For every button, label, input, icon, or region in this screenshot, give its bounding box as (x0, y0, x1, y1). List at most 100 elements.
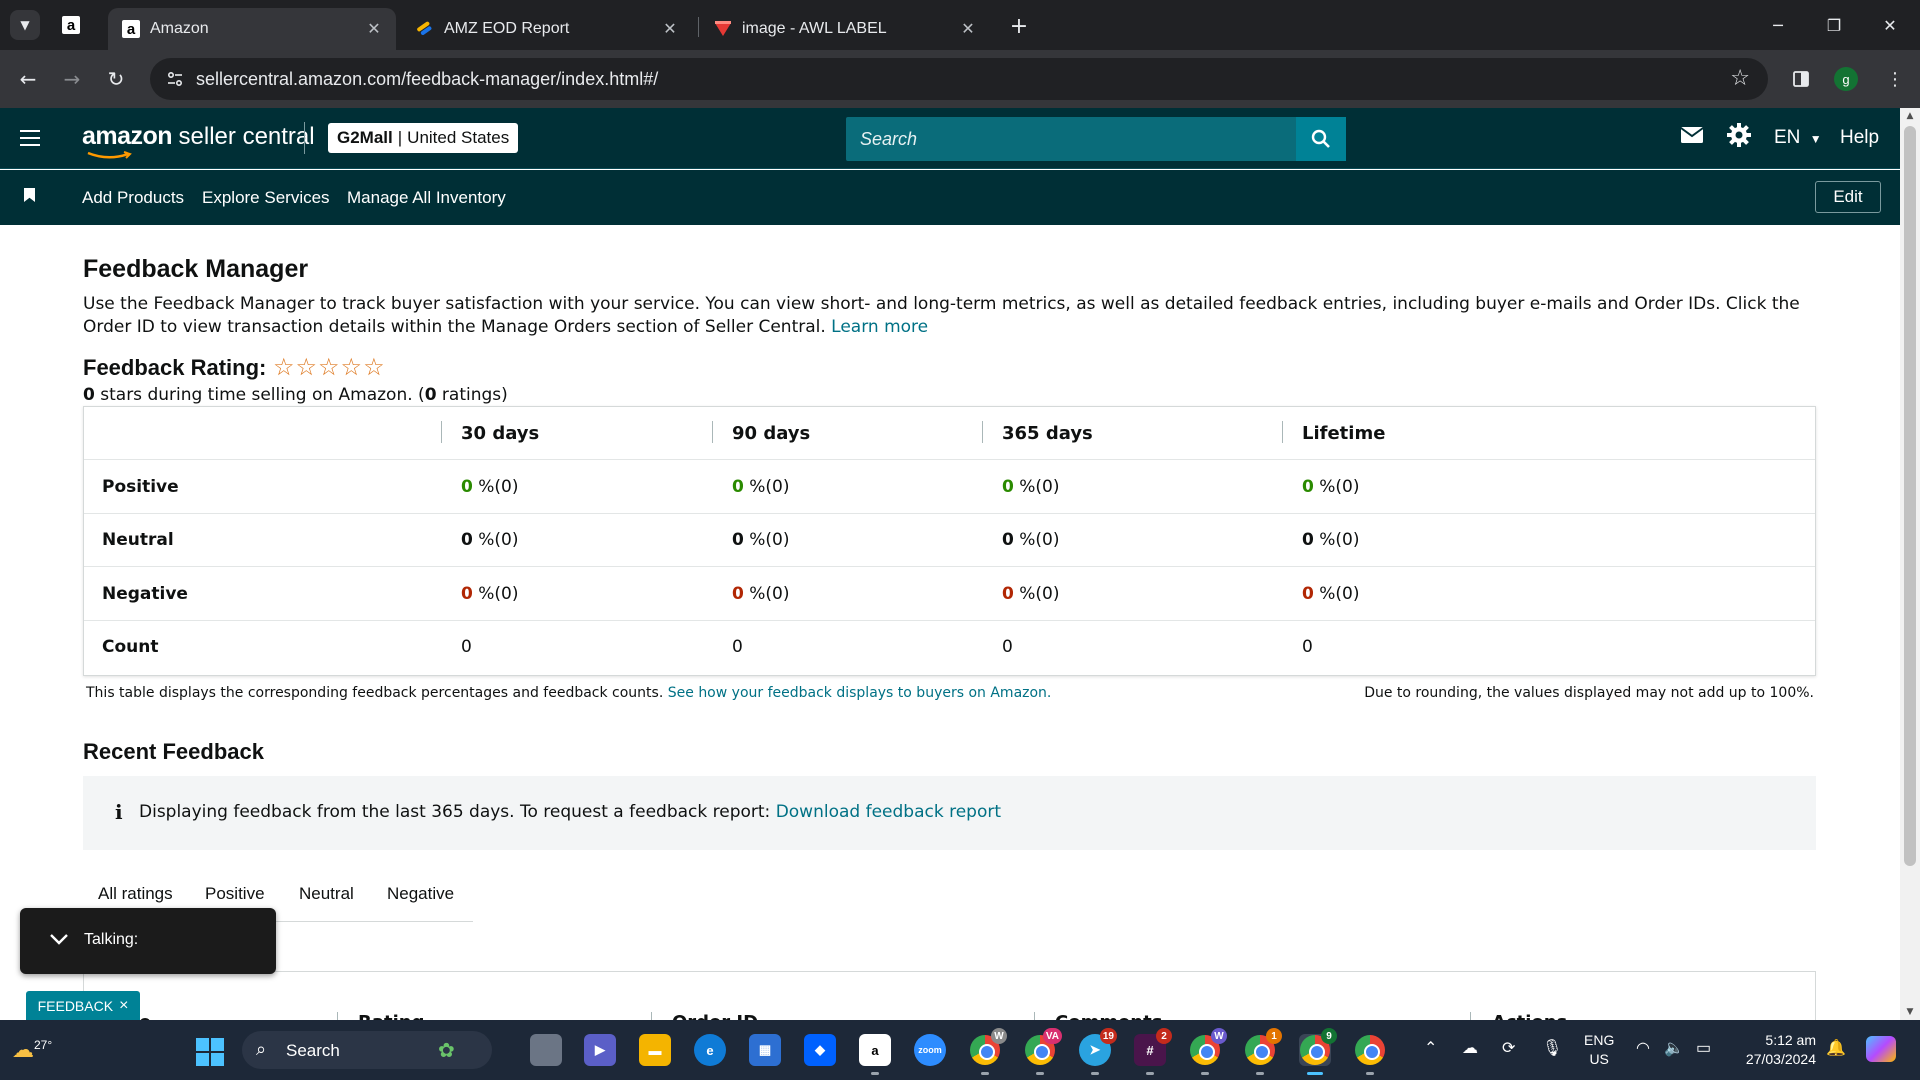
talking-popup[interactable]: Talking: (20, 908, 276, 974)
learn-more-link[interactable]: Learn more (831, 317, 928, 337)
wifi-icon[interactable]: ◠ (1636, 1038, 1650, 1058)
seller-nav-bar: Add Products Explore Services Manage All… (0, 170, 1900, 225)
column-header: 90 days (732, 423, 811, 444)
notification-bell-icon[interactable]: 🔔 (1826, 1038, 1846, 1058)
feedback-widget-button[interactable]: FEEDBACK × (26, 991, 140, 1021)
windows-start-icon[interactable] (196, 1038, 224, 1066)
scrollbar-thumb[interactable] (1904, 126, 1916, 866)
table-cell: 0 %(0) (1302, 477, 1359, 497)
taskbar-search-input[interactable]: ⌕ Search ✿ (242, 1031, 492, 1069)
page-scrollbar[interactable]: ▲ ▼ (1900, 108, 1920, 1020)
tab-neutral[interactable]: Neutral (299, 884, 354, 904)
telegram-icon[interactable]: ➤ 19 (1079, 1028, 1117, 1075)
chrome-profile-w2-icon[interactable]: W (1189, 1028, 1227, 1075)
amazon-smile-icon (87, 151, 132, 159)
teams-icon[interactable]: ▶ (584, 1034, 616, 1066)
close-tab-icon[interactable]: ✕ (658, 19, 682, 39)
restore-icon[interactable]: ❐ (1814, 10, 1854, 40)
search-icon: ⌕ (256, 1039, 267, 1060)
region-code: US (1589, 1051, 1609, 1067)
help-link[interactable]: Help (1840, 127, 1879, 149)
more-menu-icon[interactable]: ⋮ (1880, 64, 1910, 94)
amazon-app-icon[interactable]: a (859, 1034, 891, 1075)
settings-gear-icon[interactable] (1726, 122, 1752, 148)
search-button[interactable] (1296, 117, 1346, 161)
feedback-close-icon[interactable]: × (119, 997, 128, 1015)
store-selector[interactable]: G2Mall | United States (328, 123, 519, 153)
ms-store-icon[interactable]: ▦ (749, 1034, 781, 1066)
scroll-down-icon[interactable]: ▼ (1900, 1004, 1920, 1020)
seller-central-logo[interactable]: amazon seller central (82, 122, 315, 159)
store-region: United States (407, 128, 510, 147)
onedrive-error-icon[interactable]: ☁ (1462, 1038, 1478, 1058)
chrome-profile-other-icon[interactable] (1354, 1034, 1386, 1075)
task-view-icon[interactable] (530, 1034, 562, 1066)
side-panel-icon[interactable] (1786, 64, 1816, 94)
close-tab-icon[interactable]: ✕ (956, 19, 980, 39)
dropbox-icon[interactable]: ◆ (804, 1034, 836, 1066)
chrome-profile-va-icon[interactable]: VA (1024, 1028, 1062, 1075)
back-arrow-icon[interactable]: ← (12, 63, 44, 95)
edit-nav-button[interactable]: Edit (1815, 181, 1881, 213)
sync-icon[interactable]: ⟳ (1502, 1038, 1515, 1058)
tab-positive[interactable]: Positive (205, 884, 265, 904)
chrome-profile-w-icon[interactable]: W (969, 1028, 1007, 1075)
seller-search-input[interactable]: Search (846, 117, 1346, 161)
windows-taskbar: ☁ 27° ⌕ Search ✿ ▶ ▬ e ▦ ◆ a zoom W VA ➤… (0, 1020, 1920, 1080)
info-text: Displaying feedback from the last 365 da… (139, 802, 771, 822)
slack-icon[interactable]: #2 (1134, 1028, 1172, 1075)
profile-avatar[interactable]: g (1834, 67, 1858, 91)
tab-amazon[interactable]: a Amazon ✕ (108, 8, 396, 50)
address-bar[interactable]: sellercentral.amazon.com/feedback-manage… (150, 58, 1768, 100)
unread-badge: 2 (1156, 1028, 1172, 1044)
tab-negative[interactable]: Negative (387, 884, 454, 904)
scroll-up-icon[interactable]: ▲ (1900, 108, 1920, 124)
bookmark-icon[interactable] (24, 188, 35, 202)
see-feedback-display-link[interactable]: See how your feedback displays to buyers… (668, 685, 1052, 701)
chrome-profile-1-icon[interactable]: 1 (1244, 1028, 1282, 1075)
minimize-icon[interactable]: ─ (1758, 10, 1798, 40)
file-explorer-icon[interactable]: ▬ (639, 1034, 671, 1066)
tab-search-button[interactable]: ▼ (10, 10, 40, 40)
percent-count: %(0) (1013, 584, 1060, 604)
clock-time: 5:12 am (1765, 1032, 1816, 1048)
reload-icon[interactable]: ↻ (100, 63, 132, 95)
mail-icon[interactable] (1680, 126, 1704, 144)
close-tab-icon[interactable]: ✕ (362, 19, 386, 39)
tab-image-awl-label[interactable]: image - AWL LABEL ✕ (700, 8, 990, 50)
battery-icon[interactable]: ▭ (1696, 1038, 1711, 1058)
tab-all-ratings[interactable]: All ratings (86, 884, 185, 918)
neutral-value: 0 (461, 530, 473, 550)
negative-value: 0 (732, 584, 744, 604)
profile-badge: 1 (1266, 1028, 1282, 1044)
nav-manage-all-inventory[interactable]: Manage All Inventory (347, 188, 506, 208)
nav-explore-services[interactable]: Explore Services (202, 188, 330, 208)
column-separator (982, 421, 983, 443)
language-selector[interactable]: EN ▼ (1774, 127, 1822, 149)
show-hidden-icons-chevron-icon[interactable]: ⌃ (1424, 1038, 1437, 1058)
count-value: 0 (461, 637, 472, 657)
chevron-down-icon[interactable] (48, 928, 70, 950)
volume-icon[interactable]: 🔈 (1664, 1038, 1684, 1058)
rating-count: 0 (424, 385, 437, 405)
tab-amz-eod-report[interactable]: AMZ EOD Report ✕ (402, 8, 692, 50)
download-feedback-report-link[interactable]: Download feedback report (776, 802, 1001, 822)
zoom-icon[interactable]: zoom (914, 1034, 946, 1066)
chrome-profile-9-icon[interactable]: 9 (1299, 1028, 1337, 1075)
close-window-icon[interactable]: ✕ (1870, 10, 1910, 40)
microphone-icon[interactable]: 🎙 (1542, 1038, 1562, 1058)
pinned-tab-amazon[interactable]: a (58, 12, 84, 38)
system-clock[interactable]: 5:12 am 27/03/2024 (1736, 1031, 1816, 1069)
table-cell: 0 %(0) (461, 584, 518, 604)
hamburger-menu-icon[interactable] (20, 130, 42, 146)
bookmark-star-icon[interactable]: ☆ (1730, 66, 1750, 91)
weather-widget[interactable]: ☁ 27° (12, 1030, 62, 1070)
new-tab-plus-icon[interactable]: + (1005, 12, 1033, 40)
input-language-indicator[interactable]: ENG US (1584, 1031, 1614, 1069)
talking-label: Talking: (84, 931, 139, 948)
copilot-icon[interactable] (1866, 1036, 1896, 1062)
forward-arrow-icon[interactable]: → (56, 63, 88, 95)
site-info-icon[interactable] (164, 68, 186, 90)
edge-icon[interactable]: e (694, 1034, 726, 1066)
nav-add-products[interactable]: Add Products (82, 188, 184, 208)
